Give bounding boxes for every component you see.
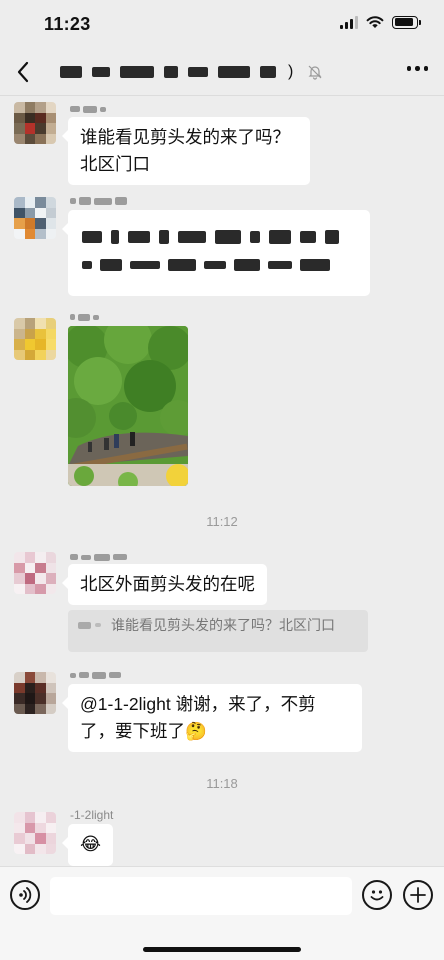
avatar[interactable] [14,552,56,594]
message-bubble-redacted[interactable] [62,210,370,296]
message-bubble[interactable]: @1-1-2light 谢谢，来了，不剪了，要下班了🤔 [62,684,362,752]
emoji-icon[interactable] [362,880,392,910]
redacted-quote-sender [78,621,92,629]
redacted-text-line [82,228,356,246]
avatar[interactable] [14,318,56,360]
sender-name [70,550,127,564]
back-chevron-icon[interactable] [12,58,36,86]
mute-bell-icon [308,65,322,80]
quoted-message[interactable]: 谁能看见剪头发的来了吗？北区门口 [68,610,368,652]
input-bar [0,866,444,960]
chat-title-suffix: ) [288,63,294,80]
sender-name [70,102,106,116]
chat-header: ) [0,48,444,96]
voice-icon[interactable] [10,880,40,910]
message-bubble[interactable]: 谁能看见剪头发的来了吗？北区门口 [62,117,310,185]
message-text: 谁能看见剪头发的来了吗？北区门口 [80,127,290,174]
cellular-signal-icon [340,15,358,29]
photo-image [68,326,188,486]
more-icon[interactable] [406,66,428,71]
chat-title: ) [60,62,323,82]
message-text: 北区外面剪头发的在呢 [80,574,255,594]
status-time: 11:23 [44,14,91,34]
wifi-icon [366,16,384,28]
avatar[interactable] [14,102,56,144]
redacted-title [60,66,82,78]
message-input[interactable] [50,877,352,915]
avatar[interactable] [14,672,56,714]
message-bubble[interactable]: 北区外面剪头发的在呢 [62,564,267,605]
sender-name [70,310,99,324]
sender-name: -1-2light [70,808,114,822]
avatar[interactable] [14,812,56,854]
plus-icon[interactable] [403,880,433,910]
message-bubble[interactable]: 😂 [61,824,114,866]
status-bar: 11:23 [0,0,444,48]
avatar[interactable] [14,197,56,239]
sender-name [70,668,121,682]
laughing-tears-emoji: 😂 [80,834,102,854]
home-indicator [143,947,301,952]
timestamp: 11:18 [206,776,238,791]
quoted-text: 谁能看见剪头发的来了吗？北区门口 [111,617,335,633]
sender-name [70,194,127,208]
thinking-face-emoji: 🤔 [185,721,207,741]
battery-icon [392,15,421,29]
redacted-text-line [82,256,356,274]
timestamp: 11:12 [206,514,238,529]
photo-message[interactable] [68,326,188,486]
